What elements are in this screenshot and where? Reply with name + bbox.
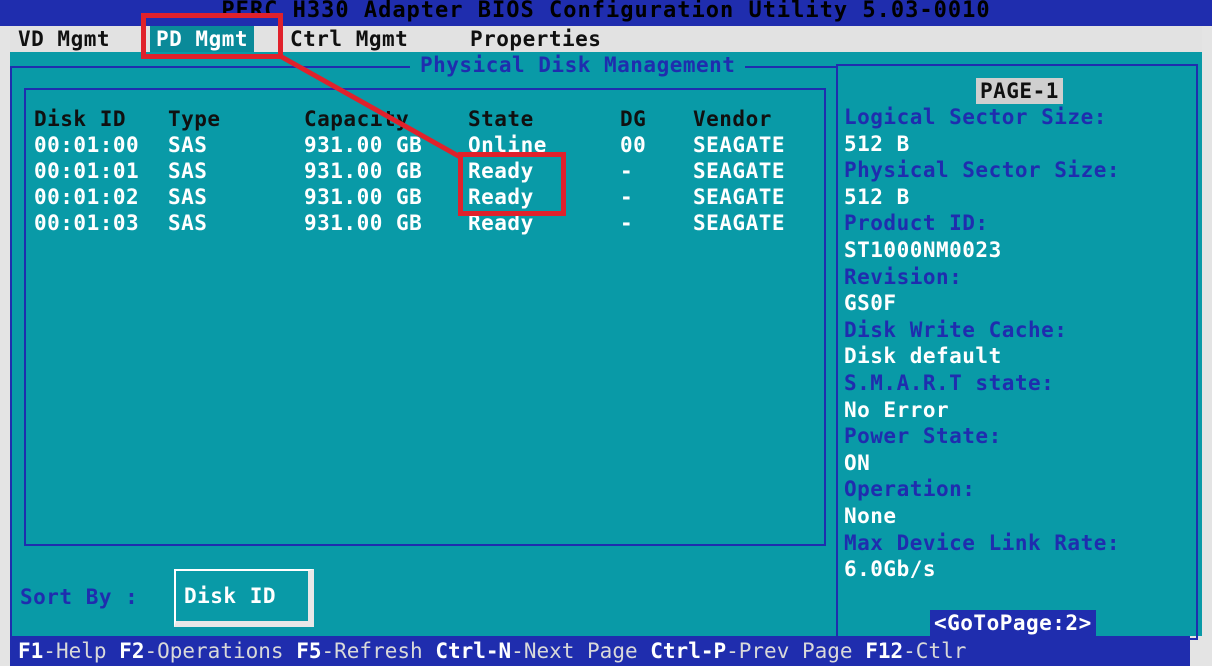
- annotation-arrow-line: [278, 53, 464, 161]
- annotation-connector: [278, 53, 464, 161]
